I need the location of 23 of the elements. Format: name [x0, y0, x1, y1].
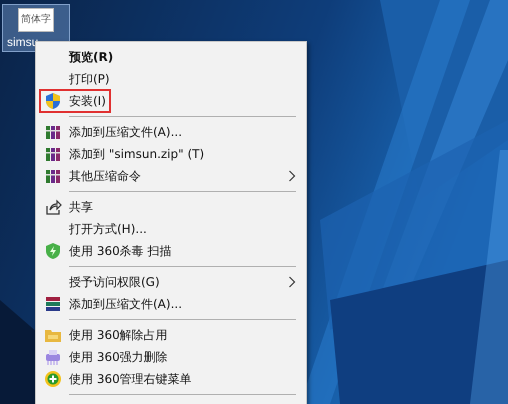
shield-icon — [44, 242, 62, 260]
plus-circle-icon — [44, 370, 62, 388]
menu-item[interactable]: 使用 360强力删除 — [36, 346, 306, 368]
menu-item[interactable]: 打开方式(H)... — [36, 218, 306, 240]
menu-item[interactable]: 打印(P) — [36, 68, 306, 90]
books-icon — [44, 145, 62, 163]
archive-stack-icon — [44, 295, 62, 313]
books-icon — [44, 167, 62, 185]
books-icon — [44, 123, 62, 141]
menu-item[interactable]: 安装(I) — [36, 90, 306, 112]
menu-item[interactable]: 其他压缩命令 — [36, 165, 306, 187]
file-icon: 简体字 — [18, 8, 54, 32]
menu-item[interactable]: 使用 360解除占用 — [36, 324, 306, 346]
menu-item[interactable]: 添加到 "simsun.zip" (T) — [36, 143, 306, 165]
menu-item[interactable]: 共享 — [36, 196, 306, 218]
uac-shield-icon — [44, 92, 62, 110]
menu-item[interactable]: 使用 360杀毒 扫描 — [36, 240, 306, 262]
menu-item[interactable]: 使用 360管理右键菜单 — [36, 368, 306, 390]
shredder-icon — [44, 348, 62, 366]
menu-item[interactable]: 授予访问权限(G) — [36, 271, 306, 293]
share-icon — [44, 198, 62, 216]
menu-item[interactable]: 添加到压缩文件(A)... — [36, 293, 306, 315]
menu-item[interactable]: 添加到压缩文件(A)... — [36, 121, 306, 143]
